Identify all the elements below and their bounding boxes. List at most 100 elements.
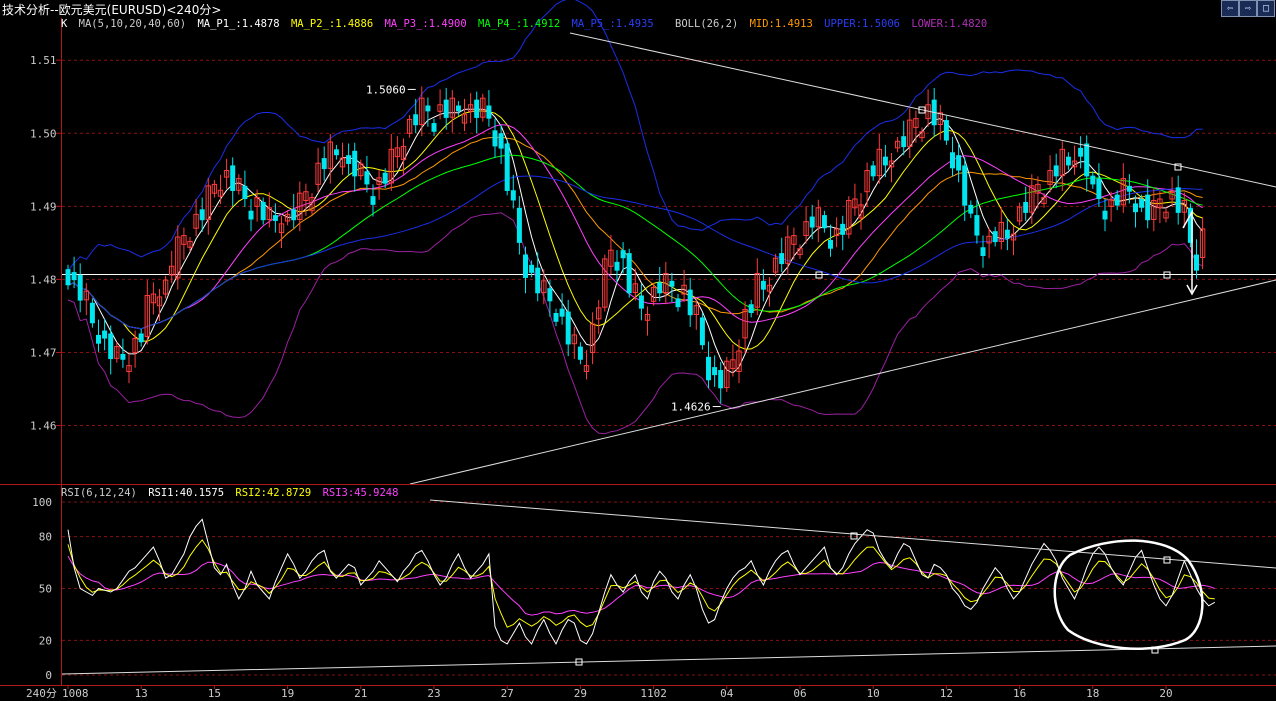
main-legend: K MA(5,10,20,40,60) MA_P1_:1.4878 MA_P2_… xyxy=(61,18,992,30)
candle-body-177 xyxy=(1145,194,1151,221)
rsi-trendline-upper xyxy=(429,499,1276,569)
legend-boll: BOLL(26,2) xyxy=(675,18,739,30)
candle-21 xyxy=(193,199,199,237)
candle-body-114 xyxy=(760,280,766,290)
candle-body-185 xyxy=(1194,254,1199,271)
candle-128 xyxy=(846,196,852,239)
candle-body-76 xyxy=(529,264,535,273)
candle-body-70 xyxy=(492,130,498,147)
candle-body-64 xyxy=(455,105,461,112)
candle-body-12 xyxy=(138,333,144,343)
candle-85 xyxy=(583,350,590,380)
legend-ma-p4: MA_P4_:1.4912 xyxy=(478,18,561,30)
candle-body-44 xyxy=(333,149,339,156)
candle-139 xyxy=(913,110,919,143)
candle-83 xyxy=(571,326,577,360)
candle-14 xyxy=(150,282,157,315)
candle-body-50 xyxy=(370,196,376,205)
candle-body-0 xyxy=(65,269,71,286)
bollinger-bands xyxy=(67,0,1203,435)
candle-114 xyxy=(760,269,766,302)
legend-ma: MA(5,10,20,40,60) xyxy=(78,18,187,30)
candle-106 xyxy=(712,355,718,387)
candle-body-92 xyxy=(626,253,632,294)
candle-body-67 xyxy=(474,99,480,118)
candle-body-125 xyxy=(828,239,833,249)
candle-68 xyxy=(480,93,486,122)
candle-72 xyxy=(504,139,510,196)
candle-body-124 xyxy=(821,215,827,229)
candle-116 xyxy=(772,253,779,277)
axis-labels: 1.461.471.481.491.501.5102050801001008 13… xyxy=(26,54,1173,700)
candle-2 xyxy=(77,263,83,313)
candle-104 xyxy=(699,313,705,350)
candle-102 xyxy=(687,277,693,327)
candle-5 xyxy=(96,319,101,352)
candle-158 xyxy=(1029,174,1035,224)
candle-body-74 xyxy=(516,207,522,243)
trend-lines: 1.5060 1.4626 xyxy=(366,32,1276,485)
candle-150 xyxy=(980,235,986,268)
candle-body-146 xyxy=(956,155,962,171)
legend-mid: MID:1.4913 xyxy=(749,18,813,30)
boll-upper-line xyxy=(67,0,1203,271)
candle-65 xyxy=(461,98,468,132)
candle-112 xyxy=(748,299,754,318)
y-tick-label-4: 1.50 xyxy=(30,127,57,140)
candle-69 xyxy=(486,90,492,127)
candle-57 xyxy=(413,98,419,134)
candle-82 xyxy=(565,299,571,357)
candle-body-9 xyxy=(120,353,126,360)
candle-body-81 xyxy=(559,308,565,317)
rsi1-line xyxy=(67,518,1216,645)
candle-body-34 xyxy=(272,215,278,221)
rsi-legend: RSI(6,12,24) RSI1:40.1575 RSI2:42.8729 R… xyxy=(61,487,403,499)
rsi-tick-label-1: 20 xyxy=(39,634,52,647)
candle-77 xyxy=(535,252,541,302)
candle-35 xyxy=(278,215,285,248)
candle-148 xyxy=(968,200,974,219)
chart-canvas[interactable]: 1.5060 1.4626 1.46 1.47 1.48 1.49 1.50 1.51 0 20… xyxy=(0,0,1276,701)
candle-body-104 xyxy=(699,317,705,346)
legend-rsi2: RSI2:42.8729 xyxy=(235,487,312,499)
candle-155 xyxy=(1010,226,1017,256)
candle-body-117 xyxy=(779,253,785,265)
candle-body-47 xyxy=(352,150,358,177)
boll-lower-line xyxy=(67,212,1203,435)
candle-153 xyxy=(998,207,1004,250)
candle-28 xyxy=(236,174,242,195)
candle-body-112 xyxy=(748,304,754,314)
candle-143 xyxy=(937,104,943,140)
candle-144 xyxy=(943,115,949,145)
candle-108 xyxy=(724,356,730,392)
candle-body-73 xyxy=(510,190,516,201)
rsi-anchor-1 xyxy=(1163,556,1171,564)
candle-105 xyxy=(706,341,711,389)
legend-lower: LOWER:1.4820 xyxy=(911,18,988,30)
candle-body-49 xyxy=(364,171,370,185)
candle-132 xyxy=(870,161,876,181)
candle-34 xyxy=(272,203,278,233)
legend-ma-p5: MA_P5_:1.4935 xyxy=(571,18,654,30)
candle-53 xyxy=(388,133,395,191)
candle-body-97 xyxy=(657,282,663,294)
rsi-tick-label-2: 50 xyxy=(39,583,52,596)
candle-88 xyxy=(602,254,608,312)
candle-9 xyxy=(120,338,126,368)
candle-body-150 xyxy=(980,247,986,257)
candle-13 xyxy=(144,280,151,345)
candle-body-107 xyxy=(718,370,724,389)
candle-81 xyxy=(559,293,565,325)
candle-body-91 xyxy=(620,250,626,259)
candle-136 xyxy=(894,136,901,153)
candle-body-60 xyxy=(431,123,437,132)
candle-67 xyxy=(474,91,480,134)
candle-body-71 xyxy=(498,133,504,149)
candle-133 xyxy=(876,133,882,184)
legend-rsi-name: RSI(6,12,24) xyxy=(61,487,137,499)
candle-body-22 xyxy=(199,209,205,221)
candle-129 xyxy=(852,183,858,216)
rsi-trendline-lower xyxy=(61,645,1276,675)
candle-167 xyxy=(1084,135,1090,192)
candle-7 xyxy=(108,325,114,375)
